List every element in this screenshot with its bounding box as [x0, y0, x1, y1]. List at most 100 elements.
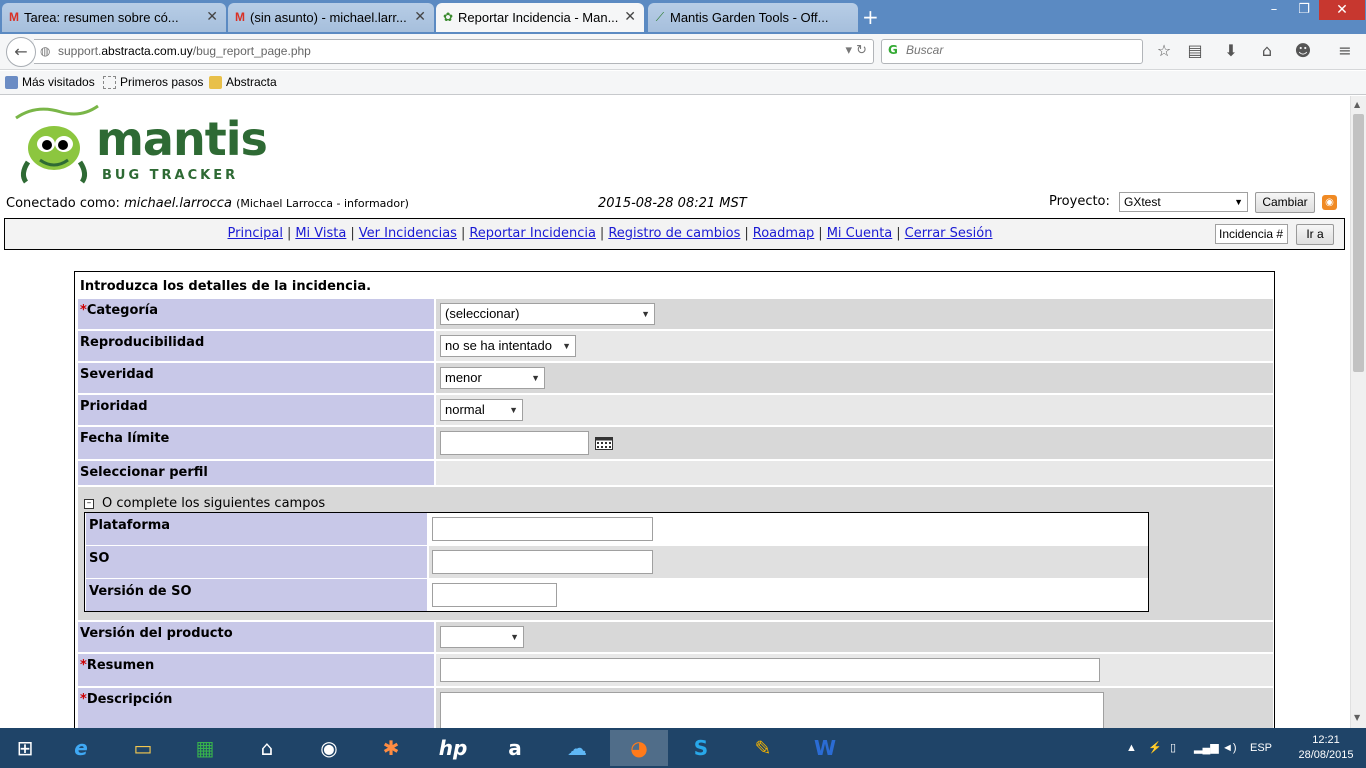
- bookmark-abstracta[interactable]: Abstracta: [209, 75, 277, 89]
- browser-tab-4[interactable]: ⟋ Mantis Garden Tools - Off...: [648, 3, 858, 32]
- scroll-up-icon[interactable]: ▲: [1354, 100, 1360, 109]
- select-value: normal: [445, 402, 485, 417]
- network-icon[interactable]: ▂▄▆: [1194, 728, 1219, 768]
- version-producto-label: Versión del producto: [78, 622, 434, 652]
- descripcion-textarea[interactable]: [440, 692, 1104, 728]
- change-project-button[interactable]: Cambiar: [1255, 192, 1315, 213]
- bookmark-most-visited[interactable]: Más visitados: [5, 75, 95, 89]
- clock-time: 12:21: [1312, 734, 1340, 746]
- internet-explorer-icon[interactable]: e: [52, 730, 110, 766]
- store-icon[interactable]: ▦: [176, 730, 234, 766]
- close-tab-icon[interactable]: ✕: [206, 8, 218, 25]
- power-icon[interactable]: ⚡: [1148, 728, 1162, 768]
- word-icon[interactable]: W: [796, 730, 854, 766]
- menu-principal[interactable]: Principal: [228, 226, 283, 241]
- menu-reportar-incidencia[interactable]: Reportar Incidencia: [469, 226, 596, 241]
- goto-issue-button[interactable]: Ir a: [1296, 224, 1334, 245]
- chevron-down-icon: ▼: [509, 405, 518, 415]
- amazon-icon[interactable]: a: [486, 730, 544, 766]
- volume-icon[interactable]: ◄): [1222, 728, 1237, 768]
- minimize-icon[interactable]: –: [1259, 0, 1289, 20]
- browser-tab-2[interactable]: M (sin asunto) - michael.larr... ✕: [228, 3, 434, 32]
- home-app-icon[interactable]: ⌂: [238, 730, 296, 766]
- browser-tab-3[interactable]: ✿ Reportar Incidencia - Man... ✕: [436, 3, 644, 32]
- menu-icon[interactable]: ≡: [1334, 41, 1356, 61]
- restore-icon[interactable]: ❐: [1289, 0, 1319, 20]
- plataforma-cell: [429, 513, 1148, 545]
- version-so-label: Versión de SO: [86, 579, 427, 611]
- file-explorer-icon[interactable]: ▭: [114, 730, 172, 766]
- version-so-input[interactable]: [432, 583, 557, 607]
- rss-icon[interactable]: ◉: [1322, 195, 1337, 210]
- fecha-limite-cell: [436, 427, 1273, 459]
- prioridad-select[interactable]: normal ▼: [440, 399, 523, 421]
- search-input[interactable]: [906, 43, 1126, 57]
- plataforma-label: Plataforma: [86, 513, 427, 545]
- resumen-input[interactable]: [440, 658, 1100, 682]
- reading-list-icon[interactable]: ▤: [1184, 41, 1206, 61]
- window-close-icon[interactable]: ✕: [1319, 0, 1365, 20]
- resumen-label: *Resumen: [78, 654, 434, 686]
- menu-roadmap[interactable]: Roadmap: [753, 226, 815, 241]
- seleccionar-perfil-label: Seleccionar perfil: [78, 461, 434, 485]
- system-clock[interactable]: 12:21 28/08/2015: [1298, 733, 1354, 763]
- chevron-down-icon: ▼: [641, 309, 650, 319]
- bookmark-getting-started[interactable]: Primeros pasos: [103, 75, 203, 89]
- browser-tab-1[interactable]: M Tarea: resumen sobre có... ✕: [2, 3, 226, 32]
- camera-app-icon[interactable]: ◉: [300, 730, 358, 766]
- menu-registro-cambios[interactable]: Registro de cambios: [608, 226, 740, 241]
- close-tab-icon[interactable]: ✕: [624, 8, 636, 25]
- menu-mi-vista[interactable]: Mi Vista: [295, 226, 346, 241]
- back-button[interactable]: ←: [6, 37, 36, 67]
- mantis-tools-icon: ⟋: [655, 10, 665, 24]
- new-tab-icon[interactable]: +: [862, 5, 879, 29]
- firefox-icon[interactable]: ◕: [610, 730, 668, 766]
- menu-ver-incidencias[interactable]: Ver Incidencias: [359, 226, 457, 241]
- seleccionar-perfil-cell: [436, 461, 1273, 485]
- tab-title: Tarea: resumen sobre có...: [24, 10, 179, 25]
- url-bar[interactable]: ◍ support.abstracta.com.uy/bug_report_pa…: [34, 39, 874, 64]
- bookmark-star-icon[interactable]: ☆: [1153, 41, 1175, 61]
- search-box[interactable]: G: [881, 39, 1143, 64]
- login-info: Conectado como: michael.larrocca (Michae…: [6, 196, 409, 211]
- menu-separator: |: [350, 226, 355, 241]
- home-icon[interactable]: ⌂: [1256, 41, 1278, 61]
- reproducibilidad-select[interactable]: no se ha intentado ▼: [440, 335, 576, 357]
- menu-cerrar-sesion[interactable]: Cerrar Sesión: [905, 226, 993, 241]
- tab-title: Mantis Garden Tools - Off...: [670, 10, 829, 25]
- menu-mi-cuenta[interactable]: Mi Cuenta: [827, 226, 893, 241]
- calendar-icon[interactable]: [595, 437, 613, 450]
- menu-separator: |: [896, 226, 901, 241]
- mantis-logo[interactable]: mantis BUG TRACKER: [6, 104, 268, 184]
- search-engine-icon: G: [888, 43, 898, 57]
- bookmark-label: Primeros pasos: [120, 75, 204, 89]
- paint-icon[interactable]: ✎: [734, 730, 792, 766]
- battery-icon[interactable]: ▯: [1170, 728, 1176, 768]
- onedrive-icon[interactable]: ☁: [548, 730, 606, 766]
- so-cell: [429, 546, 1148, 578]
- fecha-limite-input[interactable]: [440, 431, 589, 455]
- row-descripcion: *Descripción: [78, 688, 1273, 728]
- language-indicator[interactable]: ESP: [1250, 728, 1272, 768]
- issue-number-input[interactable]: Incidencia #: [1215, 224, 1288, 244]
- download-icon[interactable]: ⬇: [1220, 41, 1242, 61]
- scroll-down-icon[interactable]: ▼: [1354, 713, 1360, 722]
- close-tab-icon[interactable]: ✕: [414, 8, 426, 25]
- windows-start-icon[interactable]: ⊞: [0, 730, 50, 766]
- scrollbar-thumb[interactable]: [1353, 114, 1364, 372]
- page-scrollbar[interactable]: ▲ ▼: [1350, 96, 1366, 728]
- chat-icon[interactable]: ☻: [1292, 41, 1314, 61]
- so-input[interactable]: [432, 550, 653, 574]
- severidad-select[interactable]: menor ▼: [440, 367, 545, 389]
- skype-icon[interactable]: S: [672, 730, 730, 766]
- show-hidden-icons[interactable]: ▲: [1126, 728, 1137, 768]
- hp-icon[interactable]: hp: [424, 730, 482, 766]
- version-producto-select[interactable]: ▼: [440, 626, 524, 648]
- project-select[interactable]: GXtest ▼: [1119, 192, 1248, 212]
- report-issue-form: Introduzca los detalles de la incidencia…: [74, 271, 1275, 728]
- games-app-icon[interactable]: ✱: [362, 730, 420, 766]
- collapse-icon[interactable]: –: [84, 499, 94, 509]
- categoria-select[interactable]: (seleccionar) ▼: [440, 303, 655, 325]
- plataforma-input[interactable]: [432, 517, 653, 541]
- reload-icon[interactable]: ▾ ↻: [845, 43, 867, 58]
